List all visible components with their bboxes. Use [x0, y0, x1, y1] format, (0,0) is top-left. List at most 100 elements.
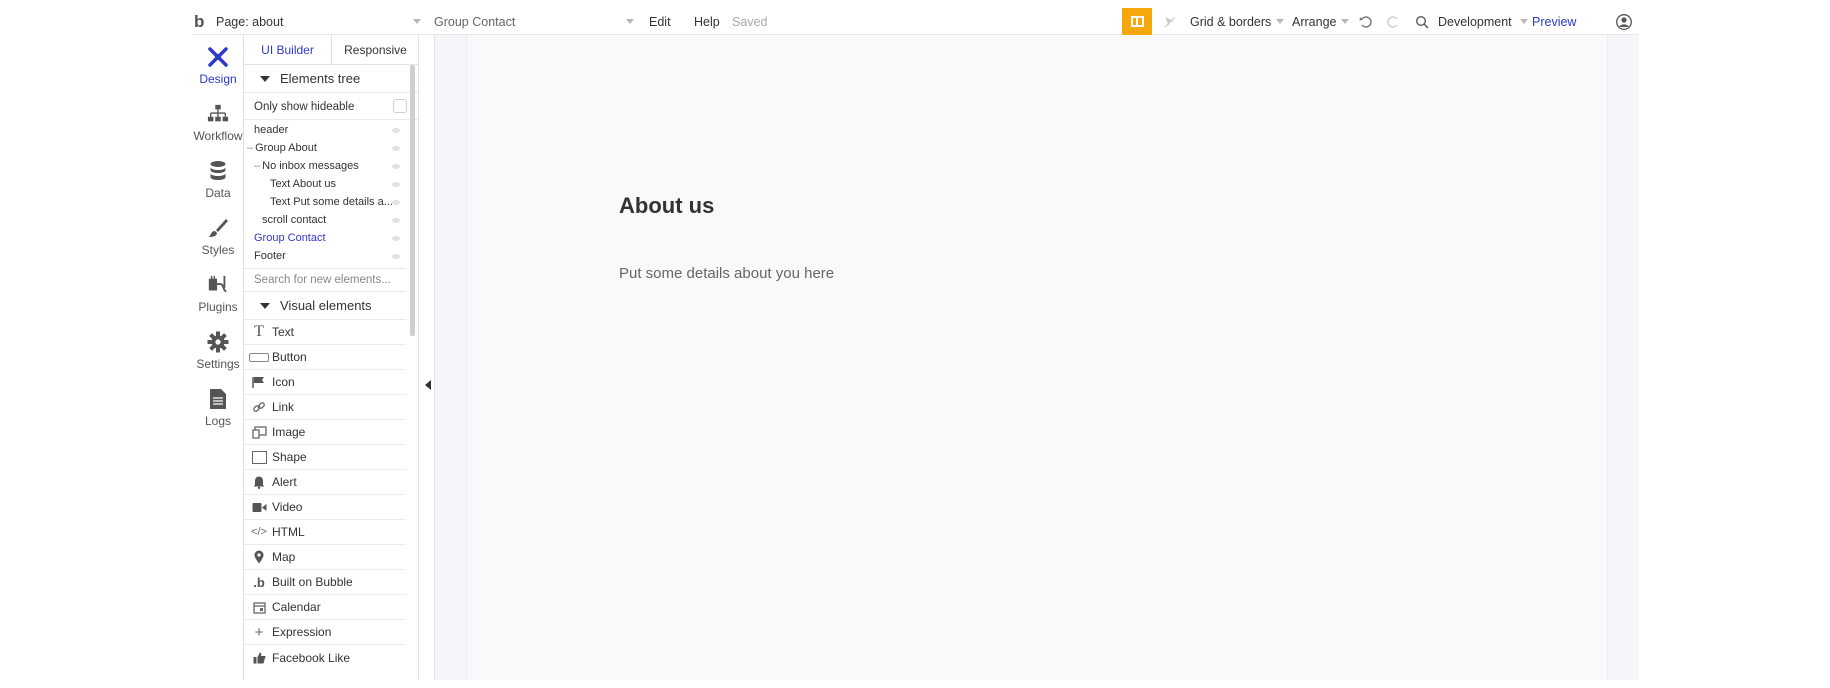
account-button[interactable]	[1615, 8, 1633, 35]
visual-element-map[interactable]: Map	[244, 545, 406, 570]
about-heading-text[interactable]: About us	[619, 193, 714, 219]
tab-responsive[interactable]: Responsive	[332, 35, 418, 64]
tree-item-text-put-some-details[interactable]: Text Put some details a...	[244, 193, 406, 211]
eye-icon[interactable]	[392, 128, 400, 133]
visual-element-button[interactable]: Button	[244, 345, 406, 370]
about-details-text[interactable]: Put some details about you here	[619, 265, 834, 282]
visual-elements-header[interactable]: Visual elements	[244, 292, 406, 320]
tree-item-footer[interactable]: Footer	[244, 247, 406, 265]
visual-element-text[interactable]: T Text	[244, 320, 406, 345]
rail-item-workflow[interactable]: Workflow	[192, 98, 244, 148]
search-button[interactable]	[1414, 8, 1430, 35]
grid-borders-menu[interactable]: Grid & borders	[1190, 8, 1285, 35]
image-icon	[246, 425, 272, 439]
visual-element-expression[interactable]: + Expression	[244, 620, 406, 645]
tree-item-label: No inbox messages	[262, 160, 359, 172]
tree-item-text-about-us[interactable]: Text About us	[244, 175, 406, 193]
visual-element-video[interactable]: Video	[244, 495, 406, 520]
visual-element-html[interactable]: </> HTML	[244, 520, 406, 545]
elements-tree-title: Elements tree	[280, 71, 361, 86]
visual-element-built-on-bubble[interactable]: .b Built on Bubble	[244, 570, 406, 595]
eye-icon[interactable]	[392, 164, 400, 169]
elements-tree-header[interactable]: Elements tree	[244, 65, 418, 93]
eye-icon[interactable]	[392, 254, 400, 259]
visual-element-alert[interactable]: Alert	[244, 470, 406, 495]
grid-borders-label: Grid & borders	[1190, 14, 1272, 29]
tab-ui-builder[interactable]: UI Builder	[244, 35, 332, 64]
collapse-dash-icon[interactable]: –	[254, 160, 260, 172]
tree-item-scroll-contact[interactable]: scroll contact	[244, 211, 406, 229]
bubble-logo[interactable]: b	[194, 8, 204, 35]
tree-item-label: Text Put some details a...	[270, 196, 393, 208]
caret-down-icon	[260, 302, 270, 309]
only-show-hideable-checkbox[interactable]	[393, 99, 407, 113]
side-panel: UI Builder Responsive Elements tree Only…	[244, 35, 419, 680]
document-icon	[207, 388, 229, 410]
canvas-left-margin	[435, 35, 467, 680]
rail-item-data[interactable]: Data	[192, 155, 244, 205]
visual-element-calendar[interactable]: Calendar	[244, 595, 406, 620]
search-elements-input[interactable]: Search for new elements...	[244, 268, 406, 292]
rail-item-settings[interactable]: Settings	[192, 326, 244, 376]
link-icon	[246, 400, 272, 414]
visual-element-link[interactable]: Link	[244, 395, 406, 420]
design-icon	[207, 46, 229, 68]
workflow-icon	[207, 103, 229, 125]
visual-element-label: Image	[272, 425, 306, 439]
visual-elements-title: Visual elements	[280, 298, 372, 313]
tree-scrollbar[interactable]	[410, 65, 415, 336]
tree-item-header[interactable]: header	[244, 121, 406, 139]
visual-element-label: HTML	[272, 525, 305, 539]
tree-item-label: header	[254, 124, 289, 136]
undo-button[interactable]	[1358, 8, 1374, 35]
eye-icon[interactable]	[392, 236, 400, 241]
inspect-button[interactable]	[1160, 8, 1180, 35]
chevron-down-icon	[1519, 19, 1528, 24]
visual-element-label: Map	[272, 550, 296, 564]
eye-icon[interactable]	[392, 218, 400, 223]
tree-item-label: Text About us	[270, 178, 337, 190]
gear-icon	[207, 331, 229, 353]
preview-link[interactable]: Preview	[1532, 8, 1576, 35]
visual-element-label: Shape	[272, 450, 307, 464]
element-selector[interactable]: Group Contact	[434, 8, 634, 35]
button-icon	[246, 352, 272, 362]
visual-element-label: Built on Bubble	[272, 575, 353, 589]
environment-selector[interactable]: Development	[1438, 8, 1528, 35]
plus-icon: +	[254, 623, 264, 641]
eye-icon[interactable]	[392, 146, 400, 151]
rail-item-logs[interactable]: Logs	[192, 383, 244, 433]
visual-element-facebook-like[interactable]: Facebook Like	[244, 645, 406, 670]
arrange-label: Arrange	[1292, 14, 1337, 29]
calendar-icon	[246, 601, 272, 614]
tree-item-no-inbox-messages[interactable]: – No inbox messages	[244, 157, 406, 175]
menu-edit[interactable]: Edit	[649, 8, 671, 35]
rail-item-design[interactable]: Design	[192, 41, 244, 91]
visual-element-icon[interactable]: Icon	[244, 370, 406, 395]
eye-icon[interactable]	[392, 200, 400, 205]
page-canvas[interactable]: About us Put some details about you here	[434, 35, 1639, 680]
redo-icon	[1387, 15, 1398, 28]
chevron-down-icon	[413, 19, 421, 24]
visual-element-shape[interactable]: Shape	[244, 445, 406, 470]
bubble-logo-icon: .b	[253, 574, 265, 590]
menu-help[interactable]: Help	[694, 8, 720, 35]
visual-element-label: Link	[272, 400, 295, 414]
page-selector[interactable]: Page: about	[216, 8, 421, 35]
only-show-hideable-label: Only show hideable	[254, 100, 355, 113]
collapse-dash-icon[interactable]: –	[247, 142, 253, 154]
eye-icon[interactable]	[392, 182, 400, 187]
shape-icon	[246, 450, 272, 464]
visual-element-image[interactable]: Image	[244, 420, 406, 445]
collapse-panel-handle[interactable]	[425, 380, 431, 390]
rail-item-plugins[interactable]: Plugins	[192, 269, 244, 319]
rail-item-styles[interactable]: Styles	[192, 212, 244, 262]
tree-item-group-about[interactable]: – Group About	[244, 139, 406, 157]
arrange-menu[interactable]: Arrange	[1292, 8, 1350, 35]
visual-element-label: Button	[272, 350, 307, 364]
left-nav-rail: Design Workflow Data Styles Plugins Sett…	[192, 35, 244, 680]
redo-button[interactable]	[1385, 8, 1401, 35]
tree-item-group-contact[interactable]: Group Contact	[244, 229, 406, 247]
gift-button[interactable]	[1122, 8, 1152, 35]
rail-label: Design	[199, 72, 237, 86]
